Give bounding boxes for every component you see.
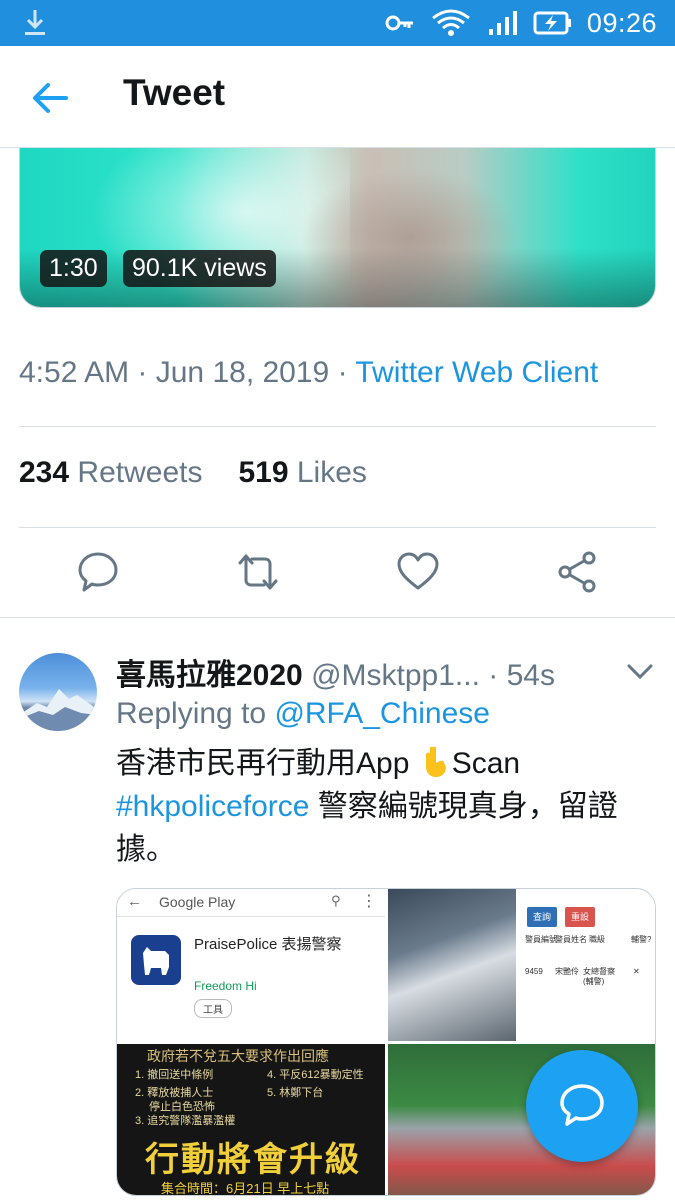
tweet-date: Jun 18, 2019 [155, 356, 330, 389]
tweet-timestamp: 4:52 AM · Jun 18, 2019 · Twitter Web Cli… [19, 356, 599, 389]
battery-charging-icon [533, 11, 571, 35]
tweet-client-link[interactable]: Twitter Web Client [355, 356, 598, 389]
more-icon: ⋮ [361, 893, 377, 910]
pointing-down-emoji-icon [425, 747, 446, 777]
signal-icon [488, 11, 517, 35]
media-image-app-store[interactable]: ← Google Play ⚲ ⋮ PraisePolice 表揚警察 Free… [117, 889, 385, 1041]
reply-icon [560, 1084, 604, 1126]
reply-text: 香港市民再行動用App Scan #hkpoliceforce 警察編號現真身，… [116, 747, 618, 866]
clock: 09:26 [586, 7, 657, 38]
store-name: Google Play [159, 894, 236, 910]
hashtag-link[interactable]: #hkpoliceforce [116, 790, 309, 823]
app-name: PraisePolice 表揚警察 [194, 936, 342, 953]
likes-stat[interactable]: 519 Likes [238, 456, 366, 489]
mention-link[interactable]: @RFA_Chinese [274, 697, 490, 730]
video-duration-badge: 1:30 [40, 250, 107, 287]
tweet-time: 4:52 AM [19, 356, 130, 389]
tweet-stats: 234 Retweets 519 Likes [19, 456, 367, 490]
back-arrow-icon[interactable] [28, 76, 72, 120]
like-icon[interactable] [396, 550, 440, 594]
query-button: 查詢 [527, 907, 558, 927]
retweet-icon[interactable] [236, 550, 280, 594]
share-icon[interactable] [556, 550, 600, 594]
replying-to: Replying to @RFA_Chinese [116, 697, 490, 730]
avatar[interactable] [19, 653, 97, 731]
search-icon: ⚲ [331, 893, 341, 908]
back-arrow-icon: ← [127, 893, 142, 910]
download-icon [25, 10, 45, 35]
reply-time: 54s [506, 659, 555, 692]
app-category: 工具 [194, 999, 232, 1018]
media-image-officer[interactable] [388, 889, 516, 1041]
status-bar: 09:26 [0, 0, 675, 46]
app-developer: Freedom Hi [194, 979, 257, 993]
reply-icon[interactable] [76, 550, 120, 594]
video-player[interactable]: 1:30 90.1K views [19, 148, 656, 308]
top-app-bar: Tweet [0, 46, 675, 148]
reply-fab-button[interactable] [526, 1050, 638, 1162]
page-title: Tweet [123, 72, 226, 113]
retweets-stat[interactable]: 234 Retweets [19, 456, 202, 489]
reset-button: 重設 [565, 907, 596, 927]
video-views-badge: 90.1K views [123, 250, 276, 287]
app-logo-icon [131, 935, 181, 985]
key-icon [385, 15, 413, 31]
author-name[interactable]: 喜馬拉雅2020 [116, 659, 303, 692]
reply-author-row: 喜馬拉雅2020 @Msktpp1... · 54s [116, 659, 555, 692]
media-image-poster[interactable]: 政府若不兌五大要求作出回應 1. 撤回送中條例 2. 釋放被捕人士 停止白色恐怖… [117, 1044, 385, 1195]
tweet-actions [0, 528, 675, 618]
chevron-down-icon[interactable] [625, 660, 655, 684]
divider [19, 426, 656, 427]
store-bar: ← Google Play ⚲ ⋮ [117, 889, 385, 917]
wifi-icon [432, 9, 470, 36]
author-handle[interactable]: @Msktpp1... [311, 659, 480, 692]
media-image-query-screen[interactable]: 查詢 重設 警員編號 警員姓名 職級 輔警? 9459 宋艷伶 女總督察(輔警)… [517, 889, 655, 1041]
